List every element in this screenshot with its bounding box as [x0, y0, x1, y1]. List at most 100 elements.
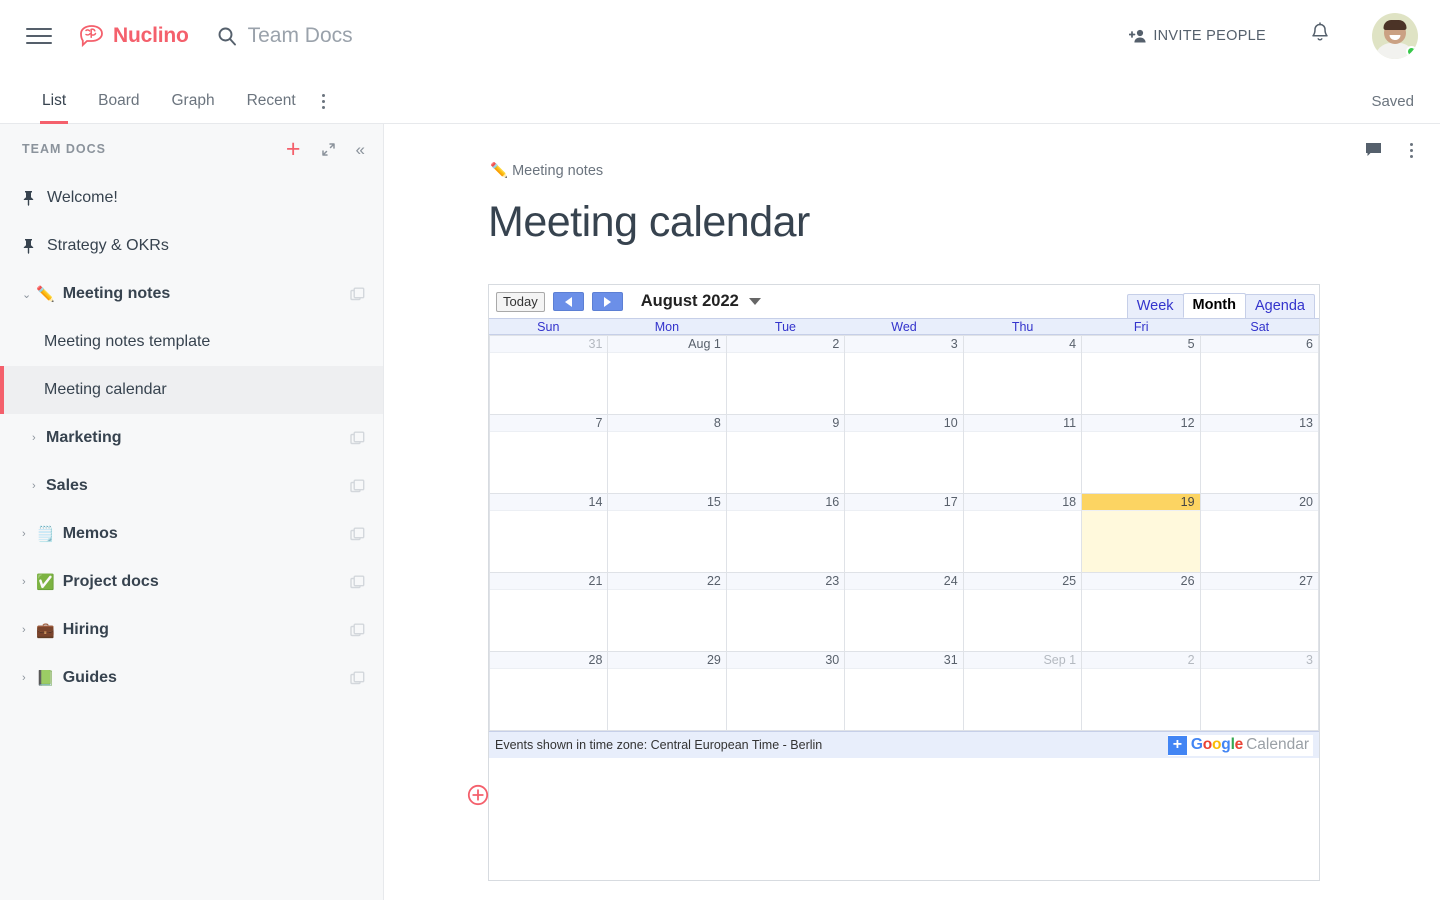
calendar-day-events[interactable] [845, 432, 962, 493]
invite-people-button[interactable]: INVITE PEOPLE [1129, 28, 1266, 44]
calendar-day-cell[interactable]: 2 [1081, 651, 1201, 731]
sidebar-item-project-docs[interactable]: › ✅ Project docs [0, 558, 383, 606]
avatar[interactable] [1372, 12, 1418, 59]
view-tab-agenda[interactable]: Agenda [1245, 294, 1315, 318]
calendar-day-events[interactable] [490, 353, 607, 414]
calendar-day-events[interactable] [845, 590, 962, 651]
view-tab-week[interactable]: Week [1126, 294, 1184, 318]
calendar-day-cell[interactable]: 21 [488, 572, 609, 652]
chevron-right-icon[interactable]: › [32, 432, 46, 444]
next-month-button[interactable] [591, 292, 623, 311]
document-more-button[interactable] [1410, 143, 1413, 158]
sidebar-item-meeting-notes[interactable]: ⌄ ✏️ Meeting notes [0, 270, 383, 318]
calendar-day-cell[interactable]: 5 [1081, 335, 1201, 415]
calendar-day-cell[interactable]: 23 [725, 572, 846, 652]
sidebar-item-hiring[interactable]: › 💼 Hiring [0, 606, 383, 654]
chevron-right-icon[interactable]: › [22, 528, 36, 540]
duplicate-button[interactable] [350, 527, 365, 542]
chevron-right-icon[interactable]: › [32, 480, 46, 492]
calendar-day-events[interactable] [490, 590, 607, 651]
calendar-day-cell[interactable]: 31 [488, 335, 609, 415]
calendar-day-events[interactable] [727, 590, 844, 651]
sidebar-item-meeting-notes-template[interactable]: Meeting notes template [0, 318, 383, 366]
calendar-day-cell[interactable]: 10 [844, 414, 964, 494]
duplicate-button[interactable] [350, 575, 365, 590]
chevron-right-icon[interactable]: › [22, 672, 36, 684]
calendar-day-events[interactable] [964, 669, 1081, 730]
calendar-day-cell[interactable]: 16 [725, 493, 846, 573]
calendar-day-events[interactable] [1201, 353, 1318, 414]
tab-recent[interactable]: Recent [231, 92, 312, 123]
calendar-day-events[interactable] [490, 669, 607, 730]
sidebar-item-strategy-okrs[interactable]: Strategy & OKRs [0, 222, 383, 270]
search-input[interactable]: Team Docs [217, 24, 353, 48]
calendar-day-events[interactable] [490, 511, 607, 572]
calendar-day-cell[interactable]: 11 [962, 414, 1083, 494]
calendar-day-events[interactable] [608, 669, 725, 730]
calendar-day-events[interactable] [727, 511, 844, 572]
calendar-day-cell[interactable]: 14 [488, 493, 609, 573]
comment-button[interactable] [1365, 142, 1384, 159]
calendar-day-cell[interactable]: 6 [1199, 335, 1320, 415]
calendar-day-cell[interactable]: 29 [607, 651, 727, 731]
duplicate-button[interactable] [350, 431, 365, 446]
notifications-button[interactable] [1310, 22, 1330, 49]
chevron-right-icon[interactable]: › [22, 624, 36, 636]
plus-icon[interactable]: + [286, 136, 301, 162]
calendar-day-events[interactable] [845, 511, 962, 572]
duplicate-button[interactable] [350, 671, 365, 686]
calendar-day-cell[interactable]: 27 [1199, 572, 1320, 652]
calendar-day-events[interactable] [845, 669, 962, 730]
calendar-day-cell[interactable]: 30 [725, 651, 846, 731]
calendar-day-cell[interactable]: 15 [607, 493, 727, 573]
calendar-day-events[interactable] [1082, 590, 1199, 651]
calendar-day-cell[interactable]: 17 [844, 493, 964, 573]
calendar-day-events[interactable] [608, 432, 725, 493]
calendar-day-cell[interactable]: 24 [844, 572, 964, 652]
today-button[interactable]: Today [496, 291, 545, 312]
calendar-day-cell[interactable]: 22 [607, 572, 727, 652]
calendar-day-events[interactable] [964, 511, 1081, 572]
calendar-day-cell[interactable]: 25 [962, 572, 1083, 652]
calendar-day-cell[interactable]: 12 [1081, 414, 1201, 494]
calendar-day-cell[interactable]: 26 [1081, 572, 1201, 652]
calendar-day-cell[interactable]: 7 [488, 414, 609, 494]
calendar-day-events[interactable] [964, 590, 1081, 651]
calendar-day-cell[interactable]: 9 [725, 414, 846, 494]
calendar-day-cell[interactable]: 13 [1199, 414, 1320, 494]
sidebar-item-sales[interactable]: › Sales [0, 462, 383, 510]
google-calendar-logo[interactable]: + Google Calendar [1167, 734, 1313, 756]
tab-board[interactable]: Board [82, 92, 155, 123]
sidebar-item-marketing[interactable]: › Marketing [0, 414, 383, 462]
calendar-day-events[interactable] [1082, 353, 1199, 414]
sidebar-item-guides[interactable]: › 📗 Guides [0, 654, 383, 702]
calendar-day-events[interactable] [845, 353, 962, 414]
calendar-day-cell[interactable]: 31 [844, 651, 964, 731]
prev-month-button[interactable] [552, 292, 584, 311]
calendar-day-cell[interactable]: Aug 1 [607, 335, 727, 415]
calendar-day-events[interactable] [727, 669, 844, 730]
calendar-day-events[interactable] [964, 432, 1081, 493]
calendar-day-events[interactable] [490, 432, 607, 493]
chevron-down-icon[interactable] [748, 298, 761, 305]
tab-list[interactable]: List [26, 92, 82, 124]
duplicate-button[interactable] [350, 479, 365, 494]
sidebar-item-memos[interactable]: › 🗒️ Memos [0, 510, 383, 558]
chevron-down-icon[interactable]: ⌄ [22, 288, 36, 301]
calendar-day-events[interactable] [1201, 511, 1318, 572]
collapse-left-icon[interactable]: « [356, 141, 365, 158]
calendar-day-cell[interactable]: 20 [1199, 493, 1320, 573]
hamburger-icon[interactable] [26, 23, 52, 49]
sidebar-item-welcome[interactable]: Welcome! [0, 174, 383, 222]
chevron-right-icon[interactable]: › [22, 576, 36, 588]
breadcrumb[interactable]: ✏️ Meeting notes [490, 162, 603, 180]
calendar-day-cell[interactable]: 28 [488, 651, 609, 731]
calendar-day-events[interactable] [1082, 669, 1199, 730]
calendar-day-cell[interactable]: 4 [962, 335, 1083, 415]
calendar-day-cell[interactable]: Sep 1 [962, 651, 1083, 731]
calendar-day-cell[interactable]: 3 [1199, 651, 1320, 731]
calendar-day-cell[interactable]: 3 [844, 335, 964, 415]
view-tab-month[interactable]: Month [1182, 293, 1246, 318]
calendar-day-cell[interactable]: 18 [962, 493, 1083, 573]
calendar-day-events[interactable] [1082, 511, 1199, 572]
